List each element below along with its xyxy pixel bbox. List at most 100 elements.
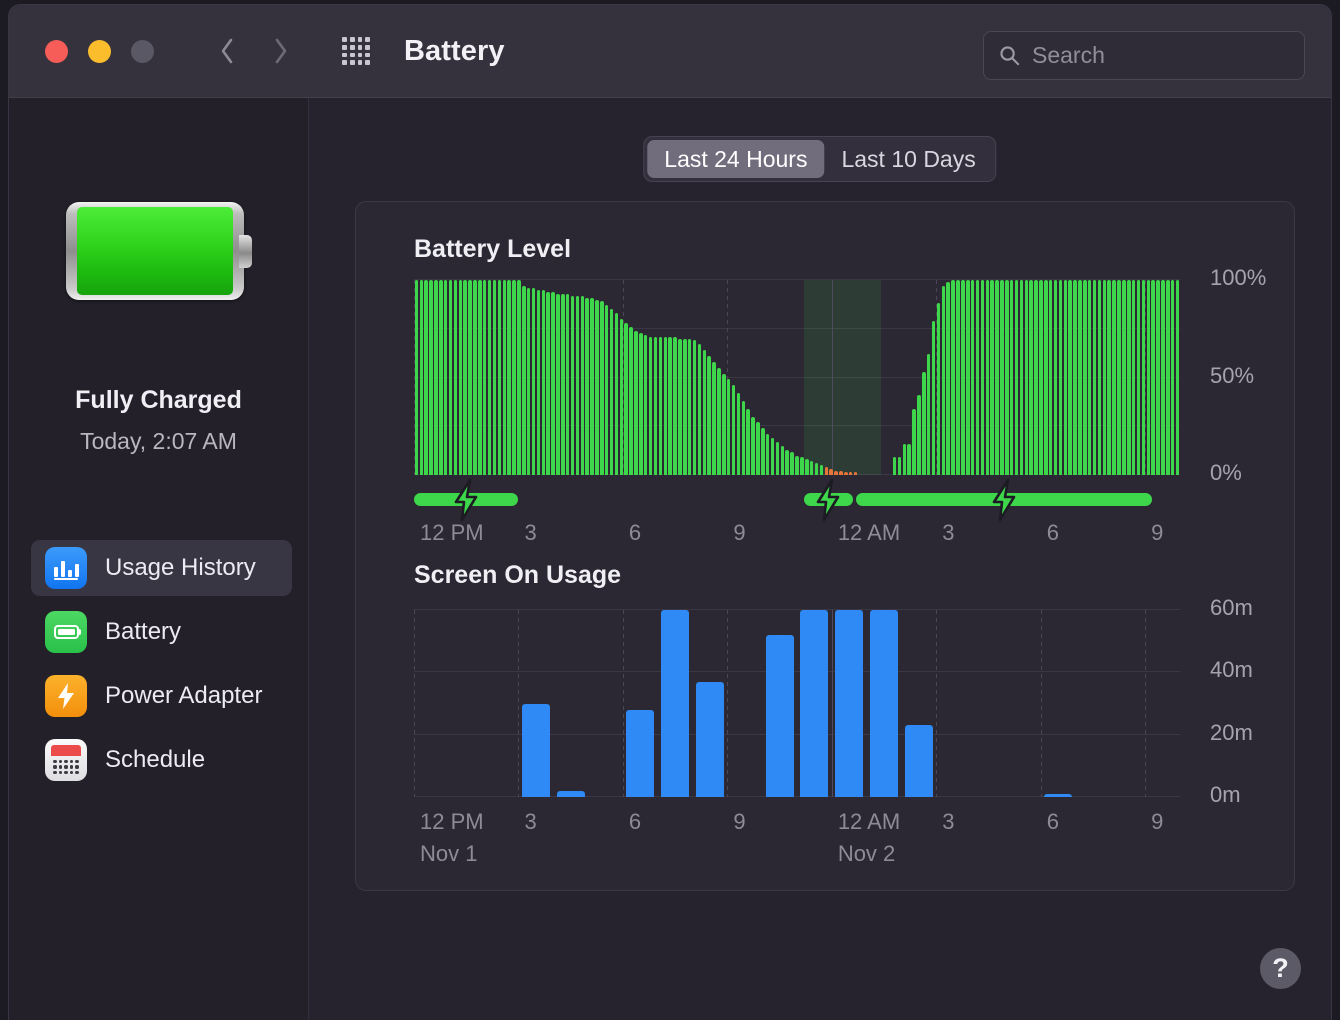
battery-level-bar bbox=[1137, 280, 1141, 475]
battery-level-bar bbox=[771, 438, 775, 475]
axis-vline bbox=[936, 610, 937, 797]
battery-level-bar bbox=[522, 286, 526, 475]
gridline bbox=[414, 671, 1180, 672]
screen-x-tick: 9 bbox=[733, 809, 745, 835]
battery-level-bar bbox=[585, 298, 589, 475]
battery-level-bar bbox=[1049, 280, 1053, 475]
tab-last-10-days[interactable]: Last 10 Days bbox=[824, 140, 992, 178]
power-adapter-icon bbox=[45, 675, 87, 717]
battery-level-bar bbox=[532, 288, 536, 475]
battery-level-bar bbox=[976, 280, 980, 475]
battery-level-bar bbox=[463, 280, 467, 475]
battery-level-bar bbox=[703, 350, 707, 475]
content-area: Last 24 Hours Last 10 Days Battery Level… bbox=[309, 98, 1331, 1020]
screen-usage-bar bbox=[870, 610, 898, 797]
battery-level-bar bbox=[1000, 280, 1004, 475]
battery-level-bar bbox=[654, 337, 658, 475]
battery-level-bar bbox=[800, 457, 804, 475]
screen-usage-bar bbox=[522, 704, 550, 798]
sidebar-item-label: Battery bbox=[105, 618, 181, 646]
screen-on-usage-title: Screen On Usage bbox=[414, 561, 621, 590]
battery-level-bar bbox=[927, 354, 931, 475]
battery-level-bar bbox=[454, 280, 458, 475]
battery-level-bar bbox=[805, 459, 809, 475]
screen-y-tick: 20m bbox=[1210, 720, 1253, 746]
time-range-segmented-control: Last 24 Hours Last 10 Days bbox=[643, 136, 996, 182]
battery-level-bar bbox=[1073, 280, 1077, 475]
navigation-buttons bbox=[206, 30, 302, 72]
battery-level-bar bbox=[810, 461, 814, 475]
screen-y-tick: 40m bbox=[1210, 657, 1253, 683]
battery-y-tick: 100% bbox=[1210, 265, 1266, 291]
sidebar-item-label: Schedule bbox=[105, 746, 205, 774]
battery-level-bar bbox=[551, 292, 555, 475]
battery-level-bar bbox=[961, 280, 965, 475]
battery-level-bar bbox=[1122, 280, 1126, 475]
sidebar-item-schedule[interactable]: Schedule bbox=[31, 732, 292, 788]
sidebar-item-usage-history[interactable]: Usage History bbox=[31, 540, 292, 596]
battery-level-bar bbox=[966, 280, 970, 475]
battery-level-bar bbox=[1171, 280, 1175, 475]
axis-vline bbox=[1041, 610, 1042, 797]
battery-level-bar bbox=[1176, 280, 1180, 475]
lightning-bolt-icon bbox=[451, 478, 481, 522]
battery-level-bar bbox=[610, 309, 614, 475]
sidebar: Fully Charged Today, 2:07 AM Usage Histo… bbox=[9, 98, 309, 1020]
screen-on-usage-plot bbox=[414, 610, 1180, 797]
battery-level-bar bbox=[424, 280, 428, 475]
battery-level-bar bbox=[434, 280, 438, 475]
battery-level-bar bbox=[605, 305, 609, 475]
battery-level-bar bbox=[712, 362, 716, 475]
zoom-button[interactable] bbox=[131, 40, 154, 63]
battery-level-bar bbox=[1132, 280, 1136, 475]
battery-level-bar bbox=[483, 280, 487, 475]
back-button[interactable] bbox=[206, 30, 248, 72]
battery-level-bar bbox=[468, 280, 472, 475]
sidebar-item-battery[interactable]: Battery bbox=[31, 604, 292, 660]
screen-x-tick: 12 AM bbox=[838, 809, 900, 835]
search-input[interactable] bbox=[1032, 42, 1290, 69]
battery-level-bar bbox=[1093, 280, 1097, 475]
battery-level-bar bbox=[449, 280, 453, 475]
charging-bolt-icon bbox=[813, 478, 843, 522]
battery-level-bar bbox=[932, 321, 936, 475]
battery-icon bbox=[45, 611, 87, 653]
screen-x-tick: 3 bbox=[942, 809, 954, 835]
battery-level-bar bbox=[639, 333, 643, 475]
battery-level-bar bbox=[624, 323, 628, 475]
battery-level-bar bbox=[785, 450, 789, 475]
battery-level-bar bbox=[590, 298, 594, 475]
battery-level-bar bbox=[542, 290, 546, 475]
screen-usage-bar bbox=[835, 610, 863, 797]
battery-level-bar bbox=[498, 280, 502, 475]
show-all-grid-icon[interactable] bbox=[338, 33, 374, 69]
battery-level-bar bbox=[683, 339, 687, 476]
close-button[interactable] bbox=[45, 40, 68, 63]
battery-level-bar bbox=[1025, 280, 1029, 475]
battery-hero bbox=[9, 202, 308, 300]
battery-level-bar bbox=[1010, 280, 1014, 475]
battery-level-bar bbox=[844, 472, 848, 475]
battery-level-bar bbox=[688, 339, 692, 476]
battery-level-bar bbox=[849, 472, 853, 475]
minimize-button[interactable] bbox=[88, 40, 111, 63]
search-icon bbox=[998, 44, 1021, 67]
battery-level-bar bbox=[912, 409, 916, 475]
help-button[interactable]: ? bbox=[1260, 948, 1301, 989]
forward-button[interactable] bbox=[260, 30, 302, 72]
search-field[interactable] bbox=[983, 31, 1305, 80]
sidebar-item-power-adapter[interactable]: Power Adapter bbox=[31, 668, 292, 724]
battery-level-bar bbox=[1005, 280, 1009, 475]
charging-bolt-icon bbox=[989, 478, 1019, 522]
battery-level-bar bbox=[1029, 280, 1033, 475]
battery-level-bar bbox=[439, 280, 443, 475]
battery-level-bar bbox=[732, 385, 736, 475]
battery-level-bar bbox=[727, 379, 731, 475]
battery-level-bar bbox=[512, 280, 516, 475]
screen-x-tick: 6 bbox=[629, 809, 641, 835]
sidebar-nav-list: Usage History Battery Power Adapter bbox=[31, 540, 292, 796]
battery-level-bar bbox=[1147, 280, 1151, 475]
battery-level-bar bbox=[951, 280, 955, 475]
battery-level-bar bbox=[537, 290, 541, 475]
tab-last-24-hours[interactable]: Last 24 Hours bbox=[647, 140, 824, 178]
